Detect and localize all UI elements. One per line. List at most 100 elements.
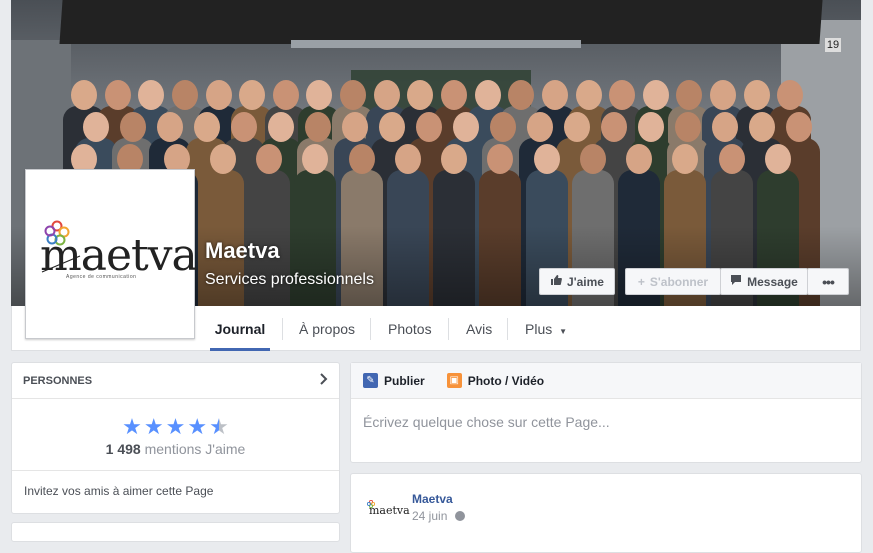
publish-label: Publier	[384, 373, 425, 388]
person-head	[601, 112, 627, 142]
person-head	[490, 112, 516, 142]
person-head	[83, 112, 109, 142]
person-head	[609, 80, 636, 110]
person-head	[474, 80, 501, 110]
person-head	[749, 112, 775, 142]
invite-friends-link[interactable]: Invitez vos amis à aimer cette Page	[12, 484, 225, 498]
like-count[interactable]: 1 498 mentions J'aime	[12, 441, 339, 457]
person-head	[541, 80, 568, 110]
person-head	[675, 112, 701, 142]
tab-separator	[507, 318, 508, 340]
person-head	[527, 112, 553, 142]
post-card: maetva Maetva 24 juin	[350, 473, 862, 553]
globe-icon	[454, 511, 465, 521]
star-icon: ★	[143, 414, 164, 439]
person-head	[268, 112, 294, 142]
person-head	[379, 112, 405, 142]
thumbs-up-icon	[550, 274, 562, 289]
pencil-icon: ✎	[363, 373, 378, 388]
like-count-label: mentions J'aime	[144, 441, 246, 457]
page-category: Services professionnels	[205, 271, 374, 288]
page-title: Maetva	[205, 238, 280, 263]
person-head	[642, 80, 669, 110]
person-head	[441, 144, 467, 174]
person-head	[71, 80, 97, 110]
person-head	[626, 144, 652, 174]
photo-video-label: Photo / Vidéo	[467, 373, 545, 388]
person-head	[120, 112, 146, 142]
post-author-link[interactable]: Maetva	[412, 492, 453, 506]
tab-separator	[448, 318, 449, 340]
composer-tabs: ✎ Publier ▣ Photo / Vidéo	[351, 363, 861, 399]
people-card-title: PERSONNES	[23, 374, 93, 387]
person-head	[239, 80, 266, 110]
tab-more[interactable]: Plus ▼	[523, 306, 569, 350]
speech-bubble-icon	[730, 274, 742, 289]
person-head	[194, 112, 220, 142]
person-head	[394, 144, 421, 174]
tab-separator	[370, 318, 371, 340]
message-button[interactable]: Message	[720, 268, 808, 295]
subscribe-button[interactable]: + S'abonner	[625, 268, 721, 295]
person-head	[743, 80, 770, 110]
person-head	[764, 144, 791, 174]
tab-journal[interactable]: Journal	[210, 306, 270, 351]
plus-icon: +	[637, 274, 645, 289]
person-head	[710, 80, 737, 110]
photo-video-tab[interactable]: ▣ Photo / Vidéo	[446, 373, 545, 388]
subscribe-button-label: S'abonner	[649, 274, 709, 289]
logo-swoosh	[41, 255, 81, 273]
tab-about[interactable]: À propos	[297, 306, 357, 350]
post-author-avatar[interactable]: maetva	[365, 492, 410, 532]
person-head	[579, 144, 606, 174]
cover-canopy-light	[291, 40, 581, 48]
person-head	[786, 112, 812, 142]
person-head	[638, 112, 664, 142]
tab-separator	[282, 318, 283, 340]
publish-tab[interactable]: ✎ Publier	[363, 373, 425, 388]
post-avatar-wordmark: maetva	[369, 504, 410, 517]
person-head	[441, 80, 467, 110]
half-star-icon: ★	[209, 414, 229, 439]
person-head	[272, 80, 299, 110]
person-head	[157, 112, 183, 142]
composer-card: ✎ Publier ▣ Photo / Vidéo Écrivez quelqu…	[350, 362, 862, 463]
person-head	[104, 80, 131, 110]
logo-tagline: Agence de communication	[66, 274, 137, 280]
more-options-button[interactable]: •••	[807, 268, 849, 295]
person-head	[712, 112, 738, 142]
tab-reviews[interactable]: Avis	[464, 306, 494, 350]
composer-input[interactable]: Écrivez quelque chose sur cette Page...	[351, 399, 861, 445]
cover-canopy	[59, 0, 823, 44]
person-head	[209, 144, 236, 174]
door-number: 19	[825, 38, 841, 52]
person-head	[305, 112, 331, 142]
next-card	[11, 522, 340, 542]
like-button-label: J'aime	[567, 274, 604, 289]
person-head	[453, 112, 479, 142]
person-head	[564, 112, 590, 142]
post-timestamp[interactable]: 24 juin	[412, 509, 465, 523]
people-card: PERSONNES ★ ★ ★ ★ ★ 1 498 mentions J'aim…	[11, 362, 340, 514]
person-head	[205, 80, 232, 110]
person-head	[533, 144, 560, 174]
profile-picture[interactable]: maetva Agence de communication	[25, 169, 198, 339]
photo-icon: ▣	[446, 373, 462, 388]
tab-more-label: Plus	[525, 321, 553, 337]
caret-down-icon: ▼	[559, 327, 568, 336]
star-icon: ★	[165, 414, 186, 439]
chevron-right-icon	[320, 373, 328, 388]
people-card-header[interactable]: PERSONNES	[12, 363, 339, 399]
person-head	[256, 144, 282, 174]
post-date-text: 24 juin	[412, 509, 448, 523]
person-head	[231, 112, 257, 142]
invite-row: Invitez vos amis à aimer cette Page	[12, 470, 339, 510]
like-page-button[interactable]: J'aime	[539, 268, 615, 295]
message-button-label: Message	[747, 274, 798, 289]
person-head	[348, 144, 375, 174]
person-head	[340, 80, 367, 110]
tab-photos[interactable]: Photos	[386, 306, 434, 350]
person-head	[171, 80, 198, 110]
rating-stars: ★ ★ ★ ★ ★	[12, 416, 339, 438]
like-count-number: 1 498	[105, 441, 141, 457]
